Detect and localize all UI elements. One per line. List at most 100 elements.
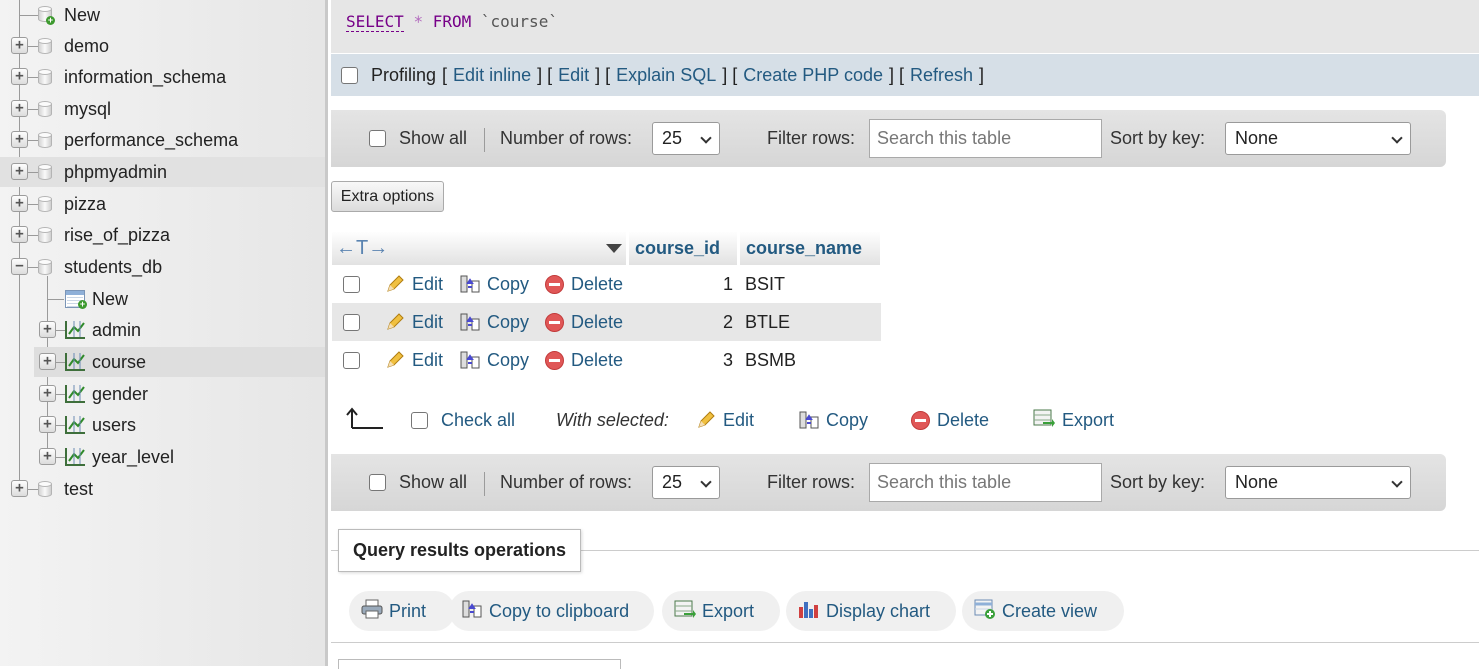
expand-icon[interactable]: +	[11, 68, 28, 85]
tree-item-label[interactable]: information_schema	[64, 67, 226, 88]
tree-item-students-db[interactable]: − students_db	[0, 252, 325, 282]
tree-item-label[interactable]: pizza	[64, 194, 106, 215]
tree-item-performance-schema[interactable]: + performance_schema	[0, 125, 325, 155]
show-all-checkbox[interactable]	[369, 130, 386, 147]
row-checkbox[interactable]	[343, 314, 360, 331]
expand-icon[interactable]: +	[11, 131, 28, 148]
tree-item-table-year-level[interactable]: + year_level	[0, 442, 325, 472]
rows-select[interactable]: 25	[652, 122, 720, 155]
expand-icon[interactable]: +	[39, 448, 56, 465]
display-chart-button[interactable]: Display chart	[786, 591, 956, 631]
expand-icon[interactable]: +	[39, 353, 56, 370]
profiling-label: Profiling	[371, 64, 437, 85]
row-copy-link[interactable]: Copy	[459, 303, 529, 341]
tree-item-test[interactable]: + test	[0, 474, 325, 504]
check-all-control[interactable]: Check all	[411, 400, 515, 440]
expand-icon[interactable]: +	[39, 385, 56, 402]
tree-item-table-course[interactable]: + course	[34, 347, 325, 377]
tree-item-new-table[interactable]: + New	[0, 284, 325, 314]
show-all-checkbox[interactable]	[369, 474, 386, 491]
row-checkbox[interactable]	[343, 276, 360, 293]
export-button[interactable]: Export	[662, 591, 780, 631]
tree-item-information-schema[interactable]: + information_schema	[0, 62, 325, 92]
row-edit-link[interactable]: Edit	[385, 341, 443, 379]
expand-icon[interactable]: +	[39, 416, 56, 433]
tree-item-table-admin[interactable]: + admin	[0, 315, 325, 345]
edit-link[interactable]: Edit	[558, 65, 589, 86]
tree-item-label[interactable]: New	[92, 289, 128, 310]
create-view-button[interactable]: Create view	[962, 591, 1124, 631]
expand-icon[interactable]: +	[11, 100, 28, 117]
check-all-checkbox[interactable]	[411, 411, 428, 429]
sort-by-key-select[interactable]: None	[1225, 122, 1411, 155]
cell-course-id[interactable]: 1	[629, 265, 733, 303]
check-all-label[interactable]: Check all	[441, 410, 515, 431]
sort-by-key-select[interactable]: None	[1225, 466, 1411, 499]
refresh-link[interactable]: Refresh	[910, 65, 973, 86]
tree-item-label[interactable]: performance_schema	[64, 130, 238, 151]
profiling-checkbox[interactable]	[341, 66, 358, 84]
row-edit-link[interactable]: Edit	[385, 303, 443, 341]
bulk-delete-button[interactable]: Delete	[911, 400, 989, 440]
expand-icon[interactable]: +	[11, 226, 28, 243]
row-delete-link[interactable]: Delete	[545, 341, 623, 379]
tree-item-label[interactable]: demo	[64, 36, 109, 57]
create-php-code-link[interactable]: Create PHP code	[743, 65, 883, 86]
expand-icon[interactable]: +	[39, 321, 56, 338]
column-arrows-header[interactable]: ←T→	[332, 232, 626, 265]
tree-item-label[interactable]: students_db	[64, 257, 162, 278]
collapse-icon[interactable]: −	[11, 258, 28, 275]
column-header-course-name[interactable]: course_name	[740, 232, 880, 265]
row-delete-link[interactable]: Delete	[545, 303, 623, 341]
cell-course-id[interactable]: 3	[629, 341, 733, 379]
sort-triangle-icon[interactable]	[606, 244, 622, 253]
tree-item-label[interactable]: course	[92, 352, 146, 373]
filter-rows-input[interactable]	[869, 463, 1102, 502]
bulk-edit-button[interactable]: Edit	[696, 400, 754, 440]
expand-icon[interactable]: +	[11, 195, 28, 212]
tree-item-label[interactable]: phpmyadmin	[64, 162, 167, 183]
tree-item-label[interactable]: rise_of_pizza	[64, 225, 170, 246]
filter-rows-input[interactable]	[869, 119, 1102, 158]
tree-item-table-gender[interactable]: + gender	[0, 379, 325, 409]
bulk-copy-button[interactable]: Copy	[798, 400, 868, 440]
cell-course-name[interactable]: BSMB	[745, 341, 796, 379]
cell-course-name[interactable]: BSIT	[745, 265, 785, 303]
row-edit-link[interactable]: Edit	[385, 265, 443, 303]
tree-item-demo[interactable]: + demo	[0, 31, 325, 61]
row-delete-link[interactable]: Delete	[545, 265, 623, 303]
explain-sql-link[interactable]: Explain SQL	[616, 65, 716, 86]
tree-item-label[interactable]: gender	[92, 384, 148, 405]
column-header-course-id[interactable]: course_id	[629, 232, 737, 265]
cell-course-id[interactable]: 2	[629, 303, 733, 341]
tree-item-label[interactable]: test	[64, 479, 93, 500]
cell-course-name[interactable]: BTLE	[745, 303, 790, 341]
show-all-control[interactable]: Show all	[369, 454, 467, 511]
tree-item-label[interactable]: admin	[92, 320, 141, 341]
sql-keyword-select[interactable]: SELECT	[346, 12, 404, 32]
sql-query-box[interactable]: SELECT * FROM `course`	[331, 0, 1479, 53]
row-copy-link[interactable]: Copy	[459, 341, 529, 379]
extra-options-button[interactable]: Extra options	[331, 181, 444, 212]
print-button[interactable]: Print	[349, 591, 455, 631]
tree-item-label[interactable]: mysql	[64, 99, 111, 120]
tree-item-rise-of-pizza[interactable]: + rise_of_pizza	[0, 220, 325, 250]
tree-item-new[interactable]: + New	[0, 0, 325, 30]
row-checkbox[interactable]	[343, 352, 360, 369]
copy-to-clipboard-button[interactable]: Copy to clipboard	[449, 591, 654, 631]
bulk-export-button[interactable]: Export	[1033, 400, 1114, 440]
tree-item-label[interactable]: year_level	[92, 447, 174, 468]
row-copy-link[interactable]: Copy	[459, 265, 529, 303]
edit-inline-link[interactable]: Edit inline	[453, 65, 531, 86]
column-arrows[interactable]: ←T→	[336, 237, 388, 260]
rows-select[interactable]: 25	[652, 466, 720, 499]
tree-item-phpmyadmin[interactable]: + phpmyadmin	[0, 157, 325, 187]
expand-icon[interactable]: +	[11, 37, 28, 54]
tree-item-table-users[interactable]: + users	[0, 410, 325, 440]
expand-icon[interactable]: +	[11, 163, 28, 180]
tree-item-label[interactable]: users	[92, 415, 136, 436]
show-all-control[interactable]: Show all	[369, 110, 467, 167]
tree-item-pizza[interactable]: + pizza	[0, 189, 325, 219]
tree-item-mysql[interactable]: + mysql	[0, 94, 325, 124]
expand-icon[interactable]: +	[11, 480, 28, 497]
